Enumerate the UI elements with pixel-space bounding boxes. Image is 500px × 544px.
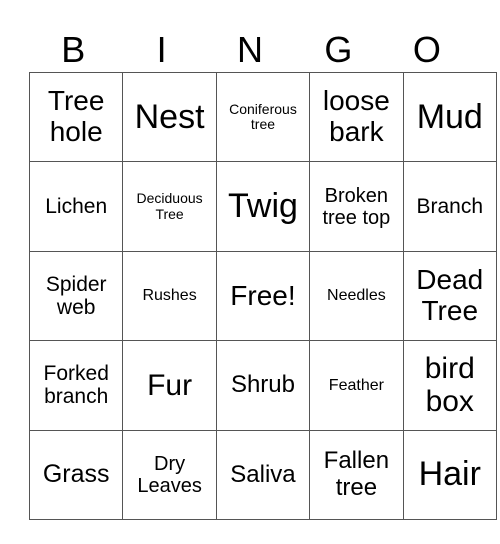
grid-row: Tree hole Nest Coniferous tree loose bar…: [28, 71, 497, 163]
header-letter-o: O: [412, 29, 441, 70]
grid-row: Spider web Rushes Free! Needles Dead Tre…: [28, 250, 497, 342]
bingo-cell[interactable]: Dead Tree: [402, 250, 497, 342]
bingo-cell[interactable]: loose bark: [309, 71, 404, 163]
bingo-cell[interactable]: Nest: [122, 71, 217, 163]
header-letter-g: G: [324, 29, 353, 70]
grid-row: Grass Dry Leaves Saliva Fallen tree Hair: [28, 429, 497, 520]
bingo-cell[interactable]: Fur: [122, 340, 217, 431]
bingo-cell[interactable]: Saliva: [215, 429, 311, 520]
bingo-cell[interactable]: Branch: [402, 161, 497, 252]
bingo-cell[interactable]: Broken tree top: [309, 161, 404, 252]
bingo-grid: Tree hole Nest Coniferous tree loose bar…: [28, 71, 497, 520]
bingo-cell[interactable]: Tree hole: [28, 71, 124, 163]
bingo-cell[interactable]: Shrub: [215, 340, 311, 431]
bingo-cell[interactable]: Deciduous Tree: [122, 161, 217, 252]
grid-row: Lichen Deciduous Tree Twig Broken tree t…: [28, 161, 497, 252]
bingo-cell[interactable]: Forked branch: [28, 340, 124, 431]
bingo-cell[interactable]: Grass: [28, 429, 124, 520]
header-letter-n: N: [237, 29, 264, 70]
bingo-cell[interactable]: Coniferous tree: [215, 71, 311, 163]
bingo-cell[interactable]: Twig: [215, 161, 311, 252]
header-letter-i: I: [156, 29, 167, 70]
header-letter-b: B: [61, 29, 86, 70]
grid-row: Forked branch Fur Shrub Feather bird box: [28, 340, 497, 431]
bingo-cell[interactable]: Mud: [402, 71, 497, 163]
free-space-cell[interactable]: Free!: [215, 250, 311, 342]
bingo-header: B I N G O: [29, 28, 471, 72]
bingo-cell[interactable]: Lichen: [28, 161, 124, 252]
bingo-cell[interactable]: Needles: [309, 250, 404, 342]
bingo-cell[interactable]: bird box: [402, 340, 497, 431]
bingo-cell[interactable]: Fallen tree: [309, 429, 404, 520]
bingo-cell[interactable]: Dry Leaves: [122, 429, 217, 520]
bingo-cell[interactable]: Rushes: [122, 250, 217, 342]
bingo-cell[interactable]: Spider web: [28, 250, 124, 342]
bingo-cell[interactable]: Feather: [309, 340, 404, 431]
bingo-cell[interactable]: Hair: [402, 429, 497, 520]
